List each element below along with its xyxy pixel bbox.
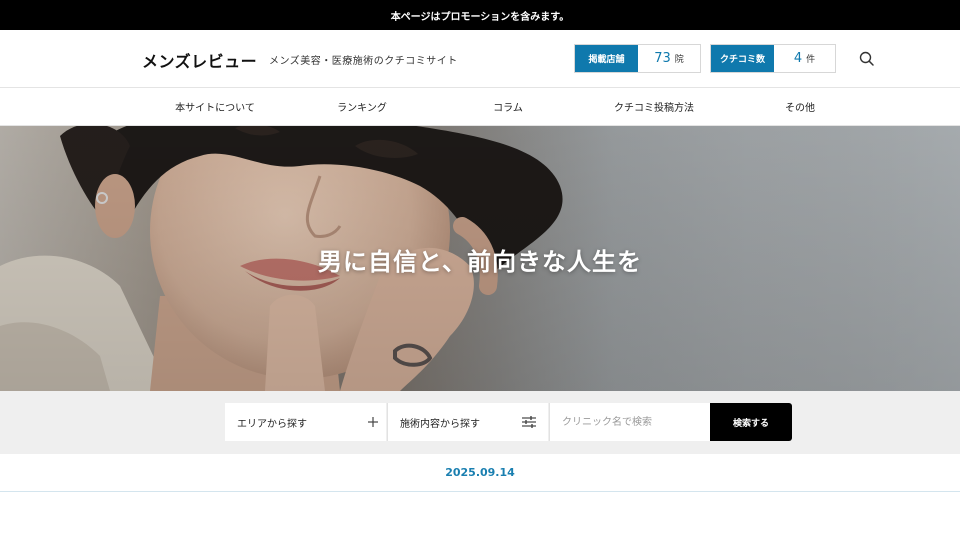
hero-headline: 男に自信と、前向きな人生を: [317, 248, 643, 276]
clinic-count-number: 73: [654, 51, 671, 66]
site-header: メンズレビュー メンズ美容・医療施術のクチコミサイト 掲載店舗 73 院 クチコ…: [0, 30, 960, 88]
latest-update: 2025.09.14: [0, 454, 960, 492]
area-search-select[interactable]: エリアから探す: [225, 403, 386, 441]
clinic-search-field[interactable]: [549, 403, 710, 441]
review-count-label: クチコミ数: [711, 45, 774, 72]
treatment-search-select[interactable]: 施術内容から探す: [387, 403, 548, 441]
promo-text: 本ページはプロモーションを含みます。: [390, 11, 570, 23]
review-count-value-box: 4 件: [774, 45, 835, 72]
clinic-count-unit: 院: [674, 55, 684, 65]
search-bar: エリアから探す 施術内容から探す 検索する: [0, 391, 960, 454]
review-count-unit: 件: [806, 55, 816, 65]
area-search-label: エリアから探す: [237, 418, 307, 430]
nav-item-ranking[interactable]: ランキング: [337, 88, 387, 125]
promo-banner: 本ページはプロモーションを含みます。: [0, 0, 960, 30]
treatment-search-label: 施術内容から探す: [400, 418, 480, 430]
review-count-number: 4: [793, 51, 803, 66]
search-submit-button[interactable]: 検索する: [710, 403, 792, 441]
clinic-count-stat: 掲載店舗 73 院: [574, 44, 701, 73]
nav-item-column[interactable]: コラム: [493, 88, 523, 125]
search-icon[interactable]: [857, 49, 877, 69]
sliders-icon: [522, 416, 536, 428]
clinic-search-input[interactable]: [550, 403, 710, 441]
hero-banner: 男に自信と、前向きな人生を: [0, 126, 960, 391]
main-nav: 本サイトについて ランキング コラム クチコミ投稿方法 その他: [0, 88, 960, 126]
clinic-count-label: 掲載店舗: [575, 45, 638, 72]
plus-icon: [368, 417, 378, 427]
update-date: 2025.09.14: [445, 466, 515, 479]
clinic-count-value-box: 73 院: [638, 45, 700, 72]
site-tagline: メンズ美容・医療施術のクチコミサイト: [269, 56, 458, 67]
nav-item-about[interactable]: 本サイトについて: [175, 88, 255, 125]
site-logo[interactable]: メンズレビュー: [142, 48, 257, 72]
review-count-stat: クチコミ数 4 件: [710, 44, 836, 73]
nav-item-review-guide[interactable]: クチコミ投稿方法: [614, 88, 694, 125]
nav-item-other[interactable]: その他: [785, 88, 815, 125]
